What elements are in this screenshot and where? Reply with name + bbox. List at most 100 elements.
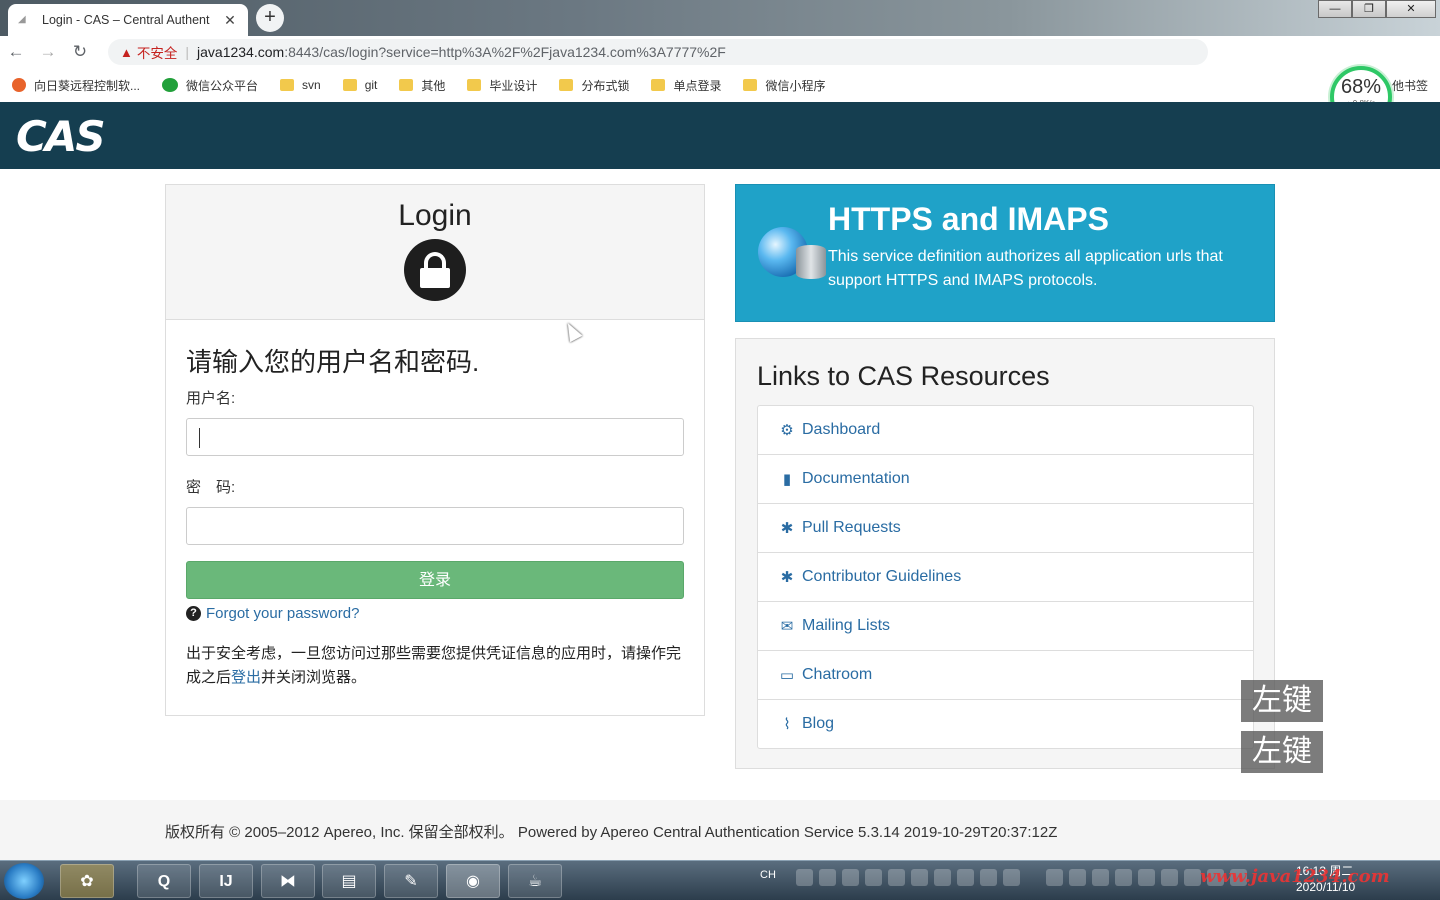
qq-browser-icon[interactable]: Q (137, 864, 191, 898)
input-language[interactable]: CH (760, 869, 776, 886)
bookmark-sunlogin[interactable]: 向日葵远程控制软... (12, 77, 140, 94)
file-explorer-icon[interactable]: ▤ (322, 864, 376, 898)
start-button-icon[interactable] (4, 863, 44, 899)
new-tab-button[interactable]: + (256, 4, 284, 32)
resource-link-mailing-lists[interactable]: ✉ Mailing Lists (758, 602, 1253, 651)
question-circle-icon: ? (186, 606, 201, 621)
tray-app-icon[interactable] (818, 869, 836, 886)
resources-list: ⚙ Dashboard ▮ Documentation ✱ Pull Requests… (757, 405, 1254, 749)
page-favicon-icon: ◢ (18, 14, 26, 25)
pinwheel-app-icon[interactable]: ✿ (60, 864, 114, 898)
browser-tab-bar: ◢ Login - CAS – Central Authent ✕ + — ❐ … (0, 0, 1440, 36)
folder-icon (280, 79, 295, 91)
text-caret (199, 428, 200, 448)
folder-icon (342, 79, 357, 91)
tray-app-icon[interactable] (1183, 869, 1201, 886)
password-input[interactable] (186, 507, 684, 545)
key-press-badge: 左键 (1241, 680, 1323, 722)
service-title: HTTPS and IMAPS (828, 201, 1109, 237)
address-separator: | (185, 44, 190, 60)
minimize-icon[interactable]: — (1318, 0, 1352, 18)
reload-icon[interactable]: ↻ (64, 42, 96, 62)
cas-logo: CAS (16, 112, 106, 161)
warning-icon: ▲ (120, 44, 133, 60)
cas-resources-panel: Links to CAS Resources ⚙ Dashboard ▮ Docum… (735, 338, 1275, 769)
service-description: This service definition authorizes all a… (828, 248, 1223, 289)
bookmark-sso[interactable]: 单点登录 (651, 77, 721, 94)
login-form: 请输入您的用户名和密码. 用户名: 密 码: 登录 ? Forgot your … (166, 320, 704, 690)
system-tray: CH (760, 869, 1247, 886)
login-panel: Login 请输入您的用户名和密码. 用户名: 密 码: 登录 ? Forgot… (165, 184, 705, 716)
login-submit-button[interactable]: 登录 (186, 561, 684, 599)
key-press-badge: 左键 (1241, 731, 1323, 773)
folder-icon (559, 79, 574, 91)
tray-app-icon[interactable] (933, 869, 951, 886)
username-input[interactable] (186, 418, 684, 456)
qq-icon[interactable] (1114, 869, 1132, 886)
browser-tab[interactable]: ◢ Login - CAS – Central Authent ✕ (8, 4, 248, 36)
tray-app-icon[interactable] (1002, 869, 1020, 886)
nvidia-icon[interactable] (864, 869, 882, 886)
bookmark-graduation[interactable]: 毕业设计 (467, 77, 537, 94)
tab-close-icon[interactable]: ✕ (222, 12, 238, 29)
bookmark-git[interactable]: git (342, 78, 377, 92)
app-window-icon[interactable]: ⧓ (261, 864, 315, 898)
tray-app-icon[interactable] (956, 869, 974, 886)
address-bar[interactable]: ▲ 不安全 | java1234.com:8443/cas/login?serv… (108, 39, 1208, 65)
bug-icon: ✱ (780, 569, 794, 586)
login-panel-header: Login (166, 185, 704, 320)
qq-icon[interactable] (1091, 869, 1109, 886)
rss-icon: ⌇ (783, 716, 791, 733)
notepad-icon[interactable]: ✎ (384, 864, 438, 898)
window-close-icon[interactable]: ✕ (1386, 0, 1436, 18)
tray-app-icon[interactable] (910, 869, 928, 886)
resources-title: Links to CAS Resources (757, 361, 1050, 391)
forgot-password-link[interactable]: ? Forgot your password? (186, 605, 684, 622)
tray-app-icon[interactable] (979, 869, 997, 886)
logout-link[interactable]: 登出 (231, 669, 261, 686)
intellij-icon[interactable]: IJ (199, 864, 253, 898)
sunlogin-icon (12, 78, 26, 92)
insecure-label: 不安全 (136, 46, 178, 61)
resource-link-pull-requests[interactable]: ✱ Pull Requests (758, 504, 1253, 553)
network-percent: 68% (1340, 76, 1382, 98)
bookmark-wechat-mp[interactable]: 微信公众平台 (162, 77, 258, 94)
bookmark-miniprogram[interactable]: 微信小程序 (743, 77, 825, 94)
resource-link-contributor-guidelines[interactable]: ✱ Contributor Guidelines (758, 553, 1253, 602)
resource-link-documentation[interactable]: ▮ Documentation (758, 455, 1253, 504)
sogou-tray-icon[interactable] (887, 869, 905, 886)
java-tray-icon[interactable] (1137, 869, 1155, 886)
login-title: Login (398, 199, 472, 232)
qq-icon[interactable] (1160, 869, 1178, 886)
forward-arrow-icon[interactable]: → (32, 42, 64, 62)
bookmark-distributed-lock[interactable]: 分布式锁 (559, 77, 629, 94)
back-arrow-icon[interactable]: ← (0, 42, 32, 62)
maximize-icon[interactable]: ❐ (1352, 0, 1386, 18)
bookmark-other[interactable]: 其他 (399, 77, 445, 94)
window-controls: — ❐ ✕ (1318, 0, 1436, 18)
resource-link-chatroom[interactable]: ▭ Chatroom (758, 651, 1253, 700)
bookmark-svn[interactable]: svn (280, 78, 321, 92)
tray-app-icon[interactable] (795, 869, 813, 886)
tray-app-icon[interactable] (1045, 869, 1063, 886)
chrome-icon[interactable]: ◉ (446, 864, 500, 898)
notice-text-after: 并关闭浏览器。 (261, 669, 367, 686)
resource-link-dashboard[interactable]: ⚙ Dashboard (758, 406, 1253, 455)
wechat-icon (162, 78, 179, 92)
java-icon[interactable]: ☕ (508, 864, 562, 898)
file-icon: ▮ (782, 471, 792, 488)
other-bookmarks[interactable]: 他书签 (1392, 77, 1428, 94)
shield-icon[interactable] (841, 869, 859, 886)
page-footer: 版权所有 © 2005–2012 Apereo, Inc. 保留全部权利。 Po… (0, 800, 1440, 860)
qq-icon[interactable] (1068, 869, 1086, 886)
gears-icon: ⚙ (780, 422, 794, 439)
footer-copyright: 版权所有 © 2005–2012 Apereo, Inc. 保留全部权利。 Po… (165, 824, 1058, 841)
folder-icon (399, 79, 414, 91)
resource-link-blog[interactable]: ⌇ Blog (758, 700, 1253, 748)
browser-toolbar: ← → ↻ ▲ 不安全 | java1234.com:8443/cas/logi… (0, 36, 1440, 99)
forgot-password-label: Forgot your password? (206, 605, 360, 622)
chat-icon: ▭ (779, 667, 795, 684)
service-info-panel: HTTPS and IMAPS This service definition … (735, 184, 1275, 322)
url-host: java1234.com (197, 44, 285, 60)
bookmarks-bar: 向日葵远程控制软... 微信公众平台 svn git 其他 毕业设计 分布式锁 … (0, 68, 1440, 102)
